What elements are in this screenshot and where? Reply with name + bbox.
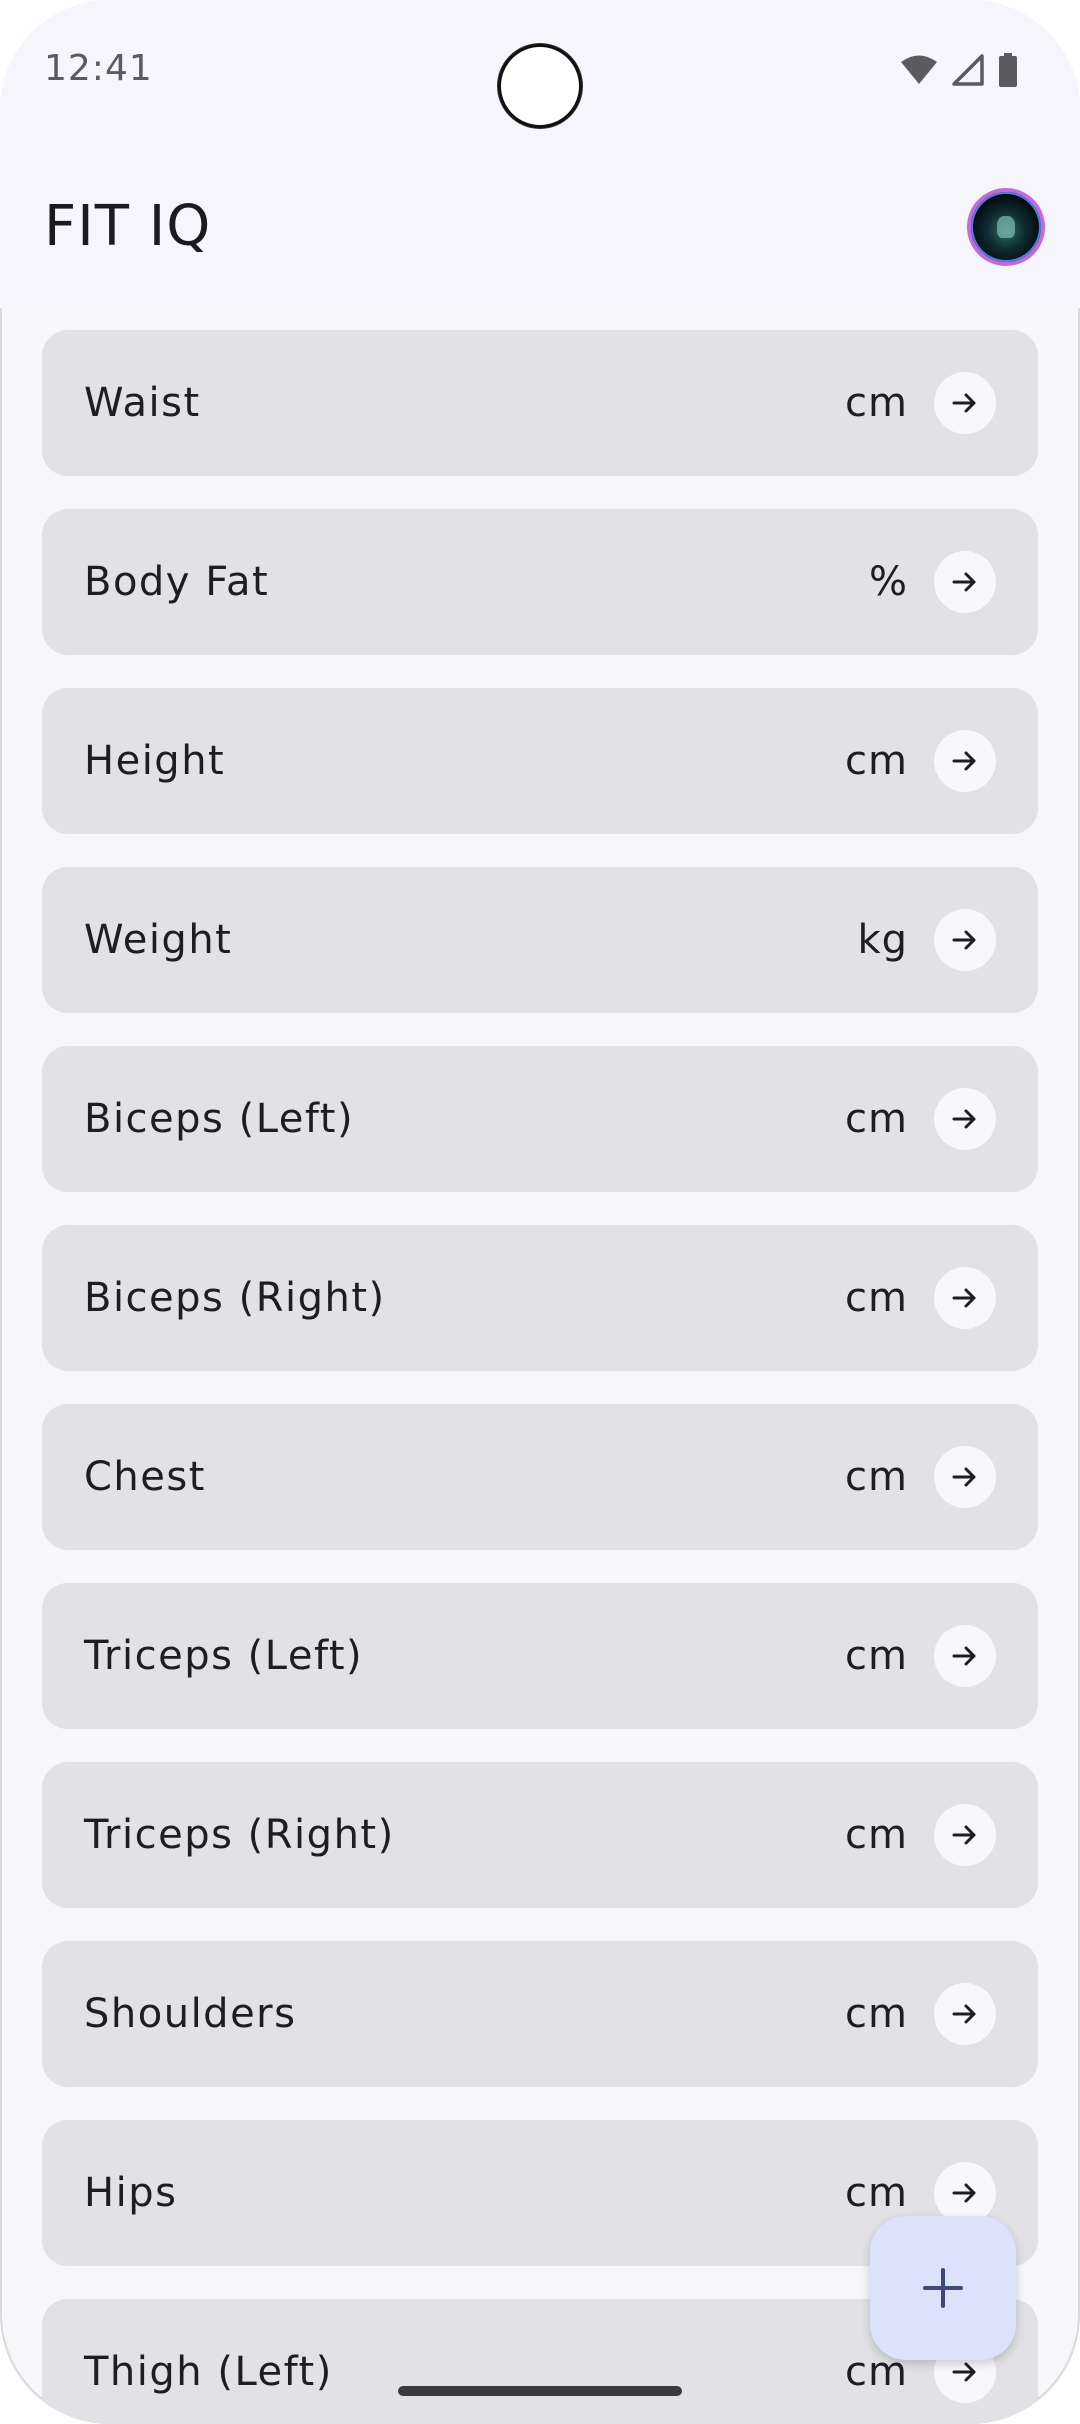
status-icons: [900, 52, 1018, 88]
cell-signal-icon: [952, 54, 984, 86]
phone-screen: 12:41 FIT IQ Waist cm Body Fat % Height …: [0, 0, 1080, 2424]
measurement-unit: cm: [845, 1633, 908, 1679]
measurement-label: Hips: [84, 2170, 178, 2216]
battery-icon: [999, 53, 1017, 87]
arrow-right-icon[interactable]: [934, 1446, 996, 1508]
measurement-unit: kg: [857, 917, 908, 963]
measurement-label: Body Fat: [84, 559, 270, 605]
arrow-right-icon[interactable]: [934, 372, 996, 434]
measurement-card-body-fat[interactable]: Body Fat %: [42, 509, 1038, 655]
arrow-right-icon[interactable]: [934, 1804, 996, 1866]
measurement-card-triceps-right[interactable]: Triceps (Right) cm: [42, 1762, 1038, 1908]
measurement-label: Weight: [84, 917, 233, 963]
camera-cutout: [498, 44, 582, 128]
status-bar: 12:41: [0, 0, 1080, 150]
measurement-label: Thigh (Left): [84, 2349, 333, 2395]
arrow-right-icon[interactable]: [934, 730, 996, 792]
measurement-unit: cm: [845, 1096, 908, 1142]
measurement-label: Waist: [84, 380, 201, 426]
status-time: 12:41: [44, 48, 153, 89]
arrow-right-icon[interactable]: [934, 1267, 996, 1329]
profile-avatar[interactable]: [967, 188, 1045, 266]
measurement-unit: cm: [845, 1275, 908, 1321]
arrow-right-icon[interactable]: [934, 909, 996, 971]
measurement-label: Height: [84, 738, 226, 784]
arrow-right-icon[interactable]: [934, 1625, 996, 1687]
app-title: FIT IQ: [44, 194, 212, 259]
arrow-right-icon[interactable]: [934, 1088, 996, 1150]
arrow-right-icon[interactable]: [934, 2162, 996, 2224]
arrow-right-icon[interactable]: [934, 1983, 996, 2045]
plus-icon: [923, 2268, 963, 2308]
add-measurement-button[interactable]: [870, 2216, 1016, 2360]
arrow-right-icon[interactable]: [934, 551, 996, 613]
measurement-card-waist[interactable]: Waist cm: [42, 330, 1038, 476]
measurement-card-shoulders[interactable]: Shoulders cm: [42, 1941, 1038, 2087]
measurement-label: Chest: [84, 1454, 206, 1500]
measurement-label: Biceps (Left): [84, 1096, 355, 1142]
measurement-card-height[interactable]: Height cm: [42, 688, 1038, 834]
measurement-label: Triceps (Right): [84, 1812, 395, 1858]
measurement-label: Biceps (Right): [84, 1275, 386, 1321]
measurement-card-biceps-left[interactable]: Biceps (Left) cm: [42, 1046, 1038, 1192]
wifi-icon: [901, 55, 937, 84]
measurement-card-chest[interactable]: Chest cm: [42, 1404, 1038, 1550]
measurement-unit: cm: [845, 1991, 908, 2037]
measurement-unit: cm: [845, 1812, 908, 1858]
measurement-card-weight[interactable]: Weight kg: [42, 867, 1038, 1013]
measurement-label: Triceps (Left): [84, 1633, 364, 1679]
measurement-card-triceps-left[interactable]: Triceps (Left) cm: [42, 1583, 1038, 1729]
measurement-unit: %: [868, 559, 908, 605]
measurement-unit: cm: [845, 1454, 908, 1500]
measurement-unit: cm: [845, 380, 908, 426]
home-indicator[interactable]: [398, 2386, 682, 2396]
measurement-unit: cm: [845, 738, 908, 784]
measurement-unit: cm: [845, 2170, 908, 2216]
measurement-card-biceps-right[interactable]: Biceps (Right) cm: [42, 1225, 1038, 1371]
app-bar: FIT IQ: [0, 150, 1080, 308]
measurement-label: Shoulders: [84, 1991, 297, 2037]
